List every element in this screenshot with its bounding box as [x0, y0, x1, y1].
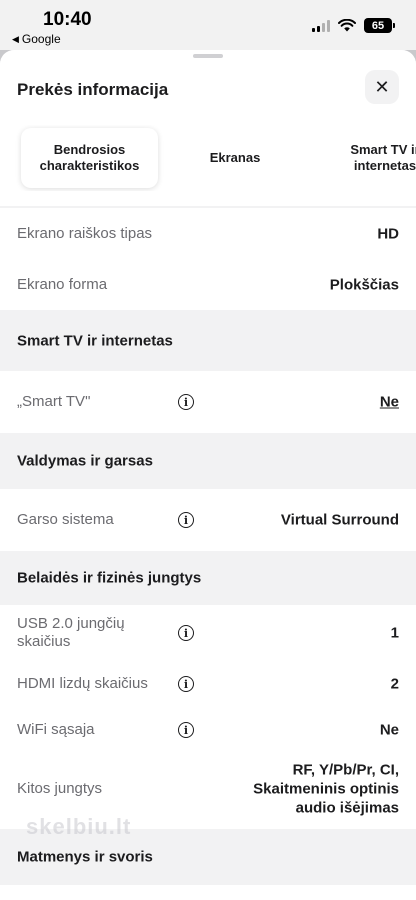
spec-label: Kitos jungtys: [17, 780, 103, 797]
spec-value: HD: [377, 225, 399, 243]
section-title: Smart TV ir internetas: [17, 332, 173, 349]
close-icon: ✕: [374, 76, 390, 97]
tab-general[interactable]: Bendrosios charakteristikos: [21, 128, 158, 188]
spec-value: Plokščias: [329, 276, 399, 294]
sheet-header: Prekės informacija ✕ Bendrosios charakte…: [0, 50, 416, 206]
spec-value: 2: [390, 675, 399, 693]
info-icon[interactable]: i: [178, 512, 194, 528]
spec-label: USB 2.0 jungčių skaičius: [17, 615, 125, 650]
info-icon[interactable]: i: [178, 676, 194, 692]
spec-label: WiFi sąsaja: [17, 721, 95, 738]
spec-label: „Smart TV": [17, 393, 91, 410]
spec-value-link[interactable]: Ne: [380, 393, 399, 412]
product-info-sheet: Prekės informacija ✕ Bendrosios charakte…: [0, 50, 416, 900]
spec-row: USB 2.0 jungčių skaičius i 1: [0, 605, 416, 661]
signal-icon: [312, 19, 330, 32]
back-app-label: Google: [21, 32, 61, 46]
tab-screen[interactable]: Ekranas: [176, 128, 294, 188]
spec-label: Ekrano forma: [17, 276, 108, 293]
spec-value: Virtual Surround: [280, 511, 399, 529]
spec-row: Garso sistema i Virtual Surround: [0, 489, 416, 551]
spec-row: WiFi sąsaja i Ne: [0, 707, 416, 753]
spec-row: Ekrano forma Plokščias: [0, 260, 416, 310]
status-time: 10:40: [43, 9, 92, 30]
wifi-icon: [338, 19, 356, 32]
status-icons: 65: [312, 18, 395, 33]
info-icon[interactable]: i: [178, 625, 194, 641]
battery-level: 65: [371, 19, 385, 32]
status-bar: 10:40 ◀ Google 65: [0, 0, 416, 50]
battery-icon: 65: [364, 18, 395, 33]
sheet-title: Prekės informacija: [17, 80, 169, 99]
spec-value: 1: [390, 624, 399, 642]
back-arrow-icon: ◀: [12, 33, 19, 44]
spec-label: Ekrano raiškos tipas: [17, 225, 153, 242]
watermark-logo: skelbiu.lt: [26, 814, 132, 839]
spec-group-connectivity: USB 2.0 jungčių skaičius i 1 HDMI lizdų …: [0, 605, 416, 829]
category-tabs: Bendrosios charakteristikos Ekranas Smar…: [0, 125, 416, 191]
info-icon[interactable]: i: [178, 394, 194, 410]
tab-smart-tv[interactable]: Smart TV ir internetas: [330, 128, 416, 188]
spec-value: Ne: [379, 721, 399, 739]
spec-row: HDMI lizdų skaičius i 2: [0, 661, 416, 707]
section-header-control-sound: Valdymas ir garsas: [0, 433, 416, 489]
section-title: Belaidės ir fizinės jungtys: [17, 569, 202, 587]
section-title: Matmenys ir svoris: [17, 848, 153, 866]
spec-list: Ekrano raiškos tipas HD Ekrano forma Plo…: [0, 208, 416, 900]
section-header-connectivity: Belaidės ir fizinės jungtys: [0, 551, 416, 605]
sheet-grabber[interactable]: [193, 54, 223, 58]
section-title: Valdymas ir garsas: [17, 452, 153, 470]
back-to-app-link[interactable]: ◀ Google: [12, 32, 61, 46]
spec-row: Ekrano raiškos tipas HD: [0, 208, 416, 260]
section-header-smart-tv: Smart TV ir internetas: [0, 310, 416, 371]
spec-row: „Smart TV" i Ne: [0, 371, 416, 433]
spec-label: Garso sistema: [17, 511, 114, 528]
info-icon[interactable]: i: [178, 722, 194, 738]
spec-label: HDMI lizdų skaičius: [17, 675, 148, 692]
spec-value: RF, Y/Pb/Pr, CI, Skaitmeninis optinis au…: [253, 761, 399, 817]
spec-row: [0, 885, 416, 900]
close-button[interactable]: ✕: [365, 70, 399, 104]
